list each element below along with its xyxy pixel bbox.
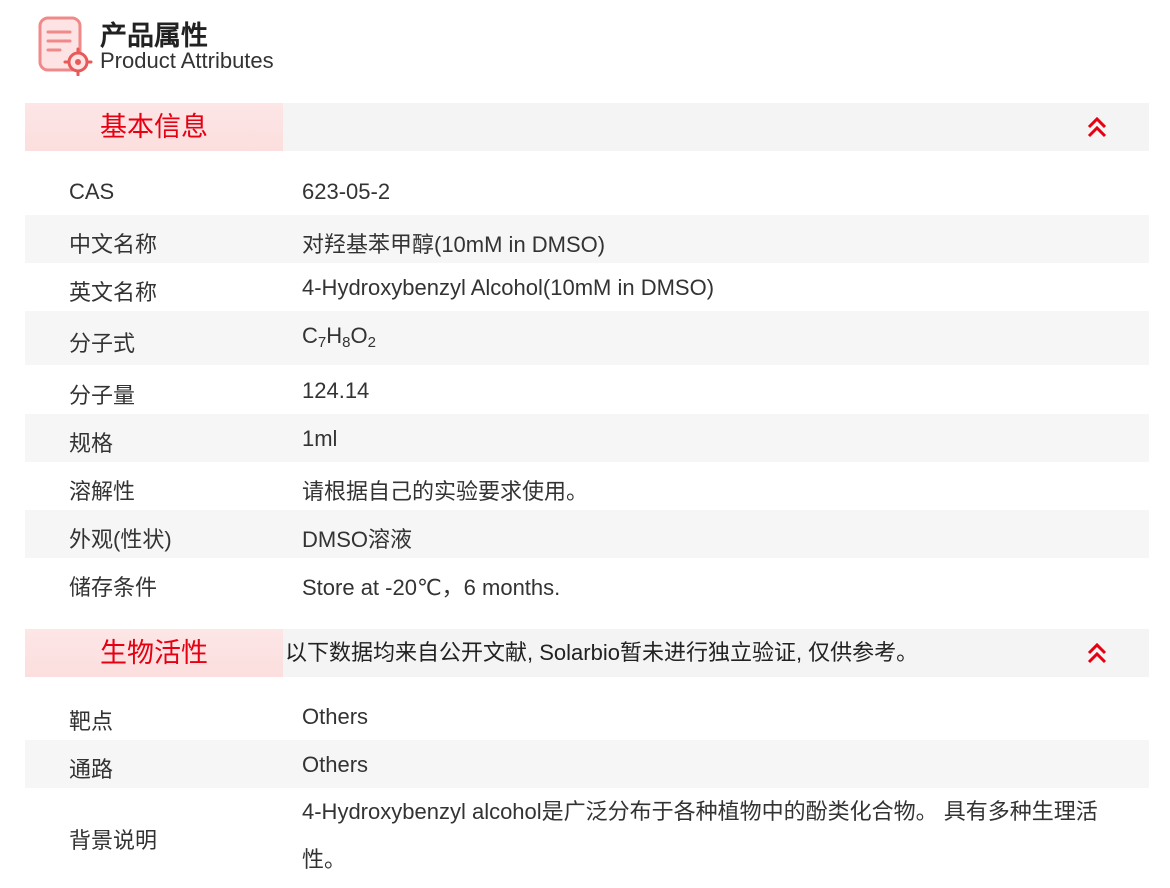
- row-label: 规格: [69, 431, 114, 456]
- row-label: 分子量: [69, 383, 136, 408]
- row-value: 623-05-2: [302, 179, 391, 204]
- row-label: 通路: [69, 757, 114, 782]
- formula-o-count: 2: [367, 334, 376, 351]
- molecular-formula: C7H8O2: [302, 323, 376, 351]
- double-chevron-up-icon[interactable]: [1085, 115, 1109, 139]
- formula-h: H: [326, 323, 343, 348]
- row-value: Store at -20℃，6 months.: [302, 575, 561, 600]
- row-label: 分子式: [69, 331, 136, 356]
- formula-c-count: 7: [317, 334, 327, 351]
- table-row: 靶点 Others: [25, 692, 1149, 740]
- table-row: 中文名称 对羟基苯甲醇(10mM in DMSO): [25, 215, 1149, 263]
- table-row: 分子式 C7H8O2: [25, 311, 1149, 365]
- disclaimer-text: 以下数据均来自公开文献, Solarbio暂未进行独立验证, 仅供参考。: [285, 640, 919, 665]
- basic-info-bar[interactable]: 基本信息: [25, 103, 1149, 151]
- row-value: 1ml: [302, 426, 338, 451]
- row-label: 背景说明: [69, 828, 158, 853]
- row-label: 靶点: [69, 709, 114, 734]
- table-row: 规格 1ml: [25, 414, 1149, 462]
- row-label: 溶解性: [69, 479, 136, 504]
- double-chevron-up-icon[interactable]: [1085, 641, 1109, 665]
- row-value: 4-Hydroxybenzyl Alcohol(10mM in DMSO): [302, 275, 715, 300]
- section-header: 产品属性 Product Attributes: [32, 10, 1132, 80]
- bio-activity-bar[interactable]: 生物活性 以下数据均来自公开文献, Solarbio暂未进行独立验证, 仅供参考…: [25, 629, 1149, 677]
- row-label: 储存条件: [69, 575, 158, 600]
- table-row: 通路 Others: [25, 740, 1149, 788]
- row-value: Others: [302, 704, 369, 729]
- page-subtitle: Product Attributes: [100, 48, 274, 73]
- table-row: 背景说明 4-Hydroxybenzyl alcohol是广泛分布于各种植物中的…: [25, 788, 1149, 888]
- row-value: 对羟基苯甲醇(10mM in DMSO): [302, 232, 606, 257]
- row-value: 4-Hydroxybenzyl alcohol是广泛分布于各种植物中的酚类化合物…: [302, 799, 1098, 872]
- bio-activity-title: 生物活性: [25, 629, 283, 677]
- document-gear-icon: [38, 16, 93, 76]
- row-value: 请根据自己的实验要求使用。: [302, 479, 589, 504]
- row-label: 英文名称: [69, 280, 158, 305]
- row-label: 外观(性状): [69, 527, 172, 552]
- formula-o: O: [350, 323, 368, 348]
- table-row: 溶解性 请根据自己的实验要求使用。: [25, 462, 1149, 510]
- basic-info-title: 基本信息: [25, 103, 283, 151]
- row-value: DMSO溶液: [302, 527, 413, 552]
- table-row: CAS 623-05-2: [25, 167, 1149, 215]
- table-row: 外观(性状) DMSO溶液: [25, 510, 1149, 558]
- table-row: 分子量 124.14: [25, 365, 1149, 414]
- row-label: CAS: [69, 179, 115, 204]
- table-row: 储存条件 Store at -20℃，6 months.: [25, 558, 1149, 606]
- formula-c: C: [302, 323, 318, 348]
- table-row: 英文名称 4-Hydroxybenzyl Alcohol(10mM in DMS…: [25, 263, 1149, 311]
- row-value: Others: [302, 752, 369, 777]
- row-label: 中文名称: [69, 232, 158, 257]
- row-value: 124.14: [302, 378, 370, 403]
